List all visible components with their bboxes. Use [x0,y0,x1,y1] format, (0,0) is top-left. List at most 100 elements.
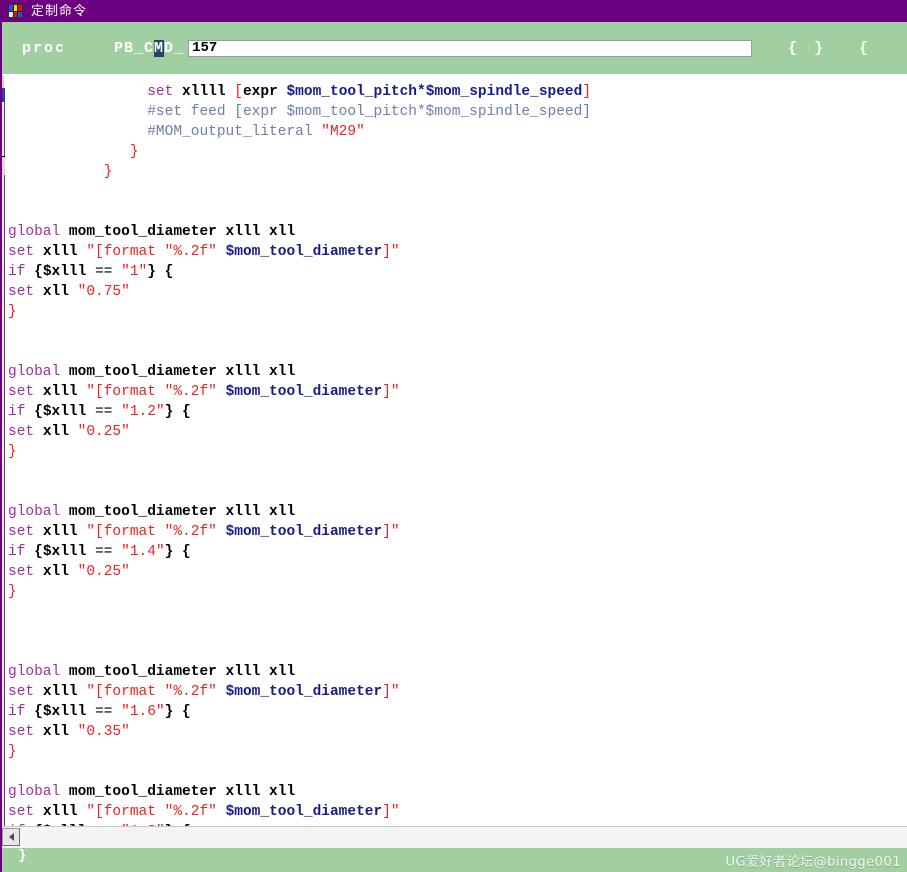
code-token: global [8,224,69,240]
code-token: if [8,404,35,420]
code-token: $mom_tool_diameter [225,684,383,700]
proc-name-selected-char: M [154,39,165,57]
proc-name-input[interactable] [188,39,753,57]
custom-command-window: 定制命令 proc PB_CMD_ { } { set xllll [expr … [0,0,907,872]
code-token: { [34,544,43,560]
code-token: ] [582,84,592,100]
code-token: } [129,144,139,160]
code-token: set [8,384,43,400]
proc-name-prefix: PB_C [114,39,155,57]
code-token: mom_tool_diameter xlll xll [68,784,296,800]
code-line: if {$xlll == "1.6"} { [0,702,907,722]
code-token: "[format "%.2f" [86,684,226,700]
code-token: ]" [382,244,400,260]
code-line: } [0,582,907,602]
code-token: ]" [382,804,400,820]
code-token: global [8,784,69,800]
code-token: } { [164,704,191,720]
code-token: set [8,804,43,820]
code-token: set [8,424,43,440]
code-token: } [8,444,17,460]
code-token: "1.6" [121,704,165,720]
code-token: == [95,264,122,280]
code-token: $xlll [42,544,96,560]
triangle-left-icon [8,833,14,841]
code-token: ]" [382,384,400,400]
proc-name-suffix: D_ [164,39,185,57]
code-token: mom_tool_diameter xlll xll [68,504,296,520]
code-token: #set feed [expr $mom_tool_pitch*$mom_spi… [147,104,592,120]
code-line: set xlll "[format "%.2f" $mom_tool_diame… [0,522,907,542]
code-token: if [8,264,35,280]
code-line: global mom_tool_diameter xlll xll [0,782,907,802]
proc-header-bar: proc PB_CMD_ { } { [0,22,907,74]
code-token: "[format "%.2f" [86,244,226,260]
code-token: set [147,84,183,100]
code-token: } [103,164,113,180]
window-title-bar: 定制命令 [0,0,907,22]
vertical-scrollbar[interactable] [0,74,5,826]
code-token: set [8,684,43,700]
window-title: 定制命令 [31,3,88,19]
code-token: xll [42,424,78,440]
code-token: $xlll [42,264,96,280]
proc-keyword-label: proc [22,39,67,57]
code-token: #MOM_output_literal [147,124,322,140]
code-token: == [95,404,122,420]
code-line: set xlll "[format "%.2f" $mom_tool_diame… [0,382,907,402]
code-token: "M29" [321,124,365,140]
code-line: set xllll [expr $mom_tool_pitch*$mom_spi… [0,82,907,102]
code-token: mom_tool_diameter xlll xll [68,224,296,240]
code-token: } [8,304,17,320]
code-token: "[format "%.2f" [86,384,226,400]
code-token: xlll [42,244,87,260]
code-line: if {$xlll == "1"} { [0,262,907,282]
code-token: $xlll [42,404,96,420]
code-token: xlll [42,684,87,700]
code-token: $mom_tool_diameter [225,804,383,820]
code-line: set xll "0.25" [0,422,907,442]
code-token: global [8,364,69,380]
brace-pair-label: { } [788,39,828,57]
scroll-left-button[interactable] [2,828,20,846]
code-token: xll [42,284,78,300]
code-token: set [8,564,43,580]
code-token: } { [164,404,191,420]
code-editor-area[interactable]: set xllll [expr $mom_tool_pitch*$mom_spi… [0,74,907,826]
vertical-scrollbar-marker [0,156,5,175]
code-token: "0.75" [77,284,130,300]
code-token: set [8,724,43,740]
code-token: "0.25" [77,424,130,440]
code-token: if [8,544,35,560]
code-line: set xll "0.35" [0,722,907,742]
code-content[interactable]: set xllll [expr $mom_tool_pitch*$mom_spi… [0,82,907,826]
horizontal-scrollbar[interactable] [0,826,907,848]
code-token: if [8,704,35,720]
code-token: == [95,544,122,560]
code-token: "1" [121,264,148,280]
watermark-label: UG爱好者论坛@bingge001 [725,855,901,870]
code-token: mom_tool_diameter xlll xll [68,664,296,680]
code-token: $xlll [42,704,96,720]
code-line: } [0,442,907,462]
code-line: if {$xlll == "1.2"} { [0,402,907,422]
status-bar: } UG爱好者论坛@bingge001 [0,848,907,872]
code-line: } [0,142,907,162]
code-line: set xll "0.75" [0,282,907,302]
code-line: } [0,162,907,182]
code-token: xlll [42,384,87,400]
code-token: $mom_tool_pitch*$mom_spindle_speed [286,84,583,100]
colorful-grid-icon [8,4,23,18]
code-token: expr [242,84,287,100]
